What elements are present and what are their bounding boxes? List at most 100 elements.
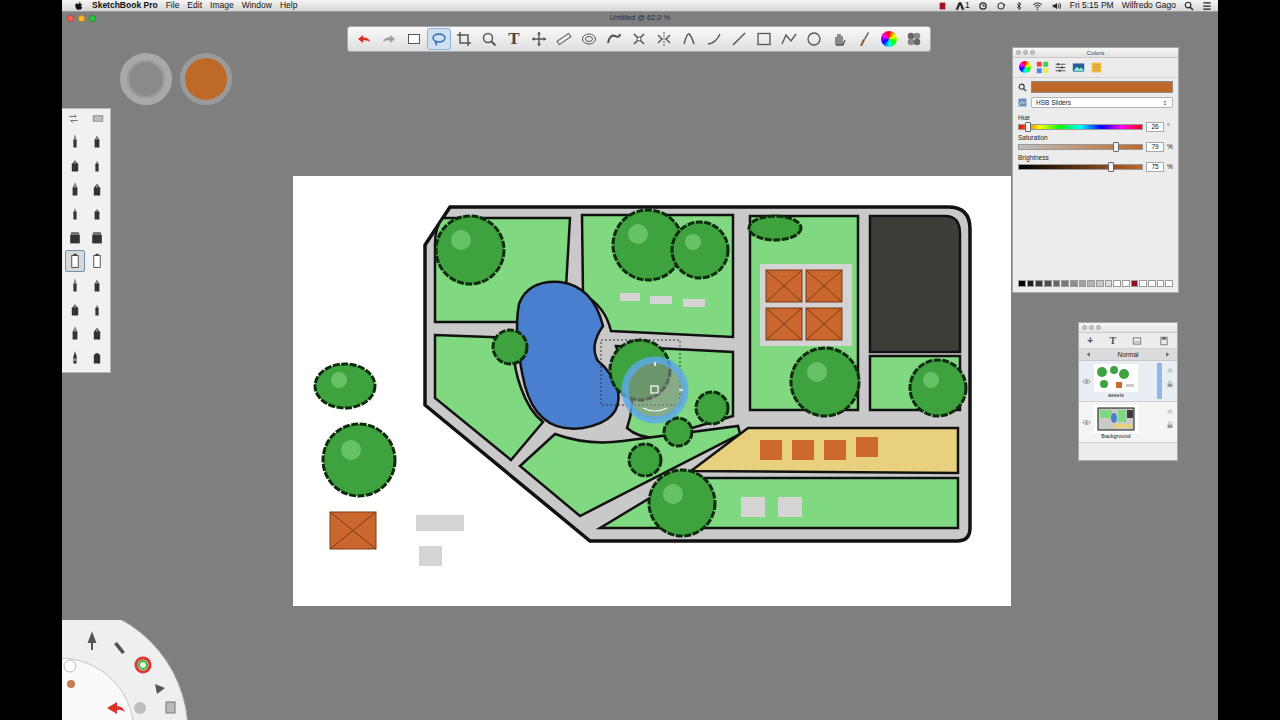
toolbar-button[interactable] [602,28,626,50]
menu-item[interactable]: Help [280,0,297,11]
layer-row[interactable]: Background [1079,402,1177,443]
color-swatch[interactable] [1122,280,1130,287]
color-swatch[interactable] [1070,280,1078,287]
brush-button[interactable] [87,346,107,368]
toolbar-button[interactable] [527,28,551,50]
brush-button[interactable] [65,130,85,152]
brush-button[interactable] [65,178,85,200]
lock-icon[interactable] [1166,380,1174,388]
lock-icon[interactable] [1166,421,1174,429]
color-swatch[interactable] [1061,280,1069,287]
brush-button[interactable] [65,226,85,248]
sliders-tab-icon[interactable] [1054,61,1067,74]
close-button[interactable] [67,15,74,22]
menu-item[interactable]: Window [242,0,272,11]
slider-value-field[interactable]: 75 [1146,162,1164,172]
slider-thumb[interactable] [1113,142,1119,152]
panel-control-button[interactable] [1023,50,1028,55]
layer-options-icon[interactable] [1166,408,1174,416]
color-grid-tab-icon[interactable] [1036,61,1049,74]
color-swatch[interactable] [1113,280,1121,287]
color-swatch[interactable] [1027,280,1035,287]
next-arrow-icon[interactable] [1164,351,1171,358]
bluetooth-icon[interactable] [1014,1,1024,11]
brush-button[interactable] [87,130,107,152]
volume-icon[interactable] [1051,1,1062,11]
wifi-icon[interactable] [1032,1,1043,11]
color-swatch[interactable] [1139,280,1147,287]
time-machine-icon[interactable] [978,1,988,11]
panel-control-button[interactable] [1030,50,1035,55]
brush-button[interactable] [65,346,85,368]
brush-library-icon[interactable] [92,113,104,124]
toolbar-button[interactable] [777,28,801,50]
app-menu[interactable]: SketchBook Pro [92,0,158,11]
clock[interactable]: Fri 5:15 PM [1070,0,1114,11]
panel-control-button[interactable] [1082,325,1087,330]
color-swatch[interactable] [1018,280,1026,287]
color-swatch[interactable] [1035,280,1043,287]
layer-row[interactable]: assets [1079,361,1177,402]
notifications-icon[interactable] [1202,1,1212,11]
brush-button[interactable] [87,202,107,224]
crayons-tab-icon[interactable] [1090,61,1103,74]
toolbar-button[interactable] [577,28,601,50]
menu-item[interactable]: Image [210,0,234,11]
toolbar-button[interactable]: T [502,28,526,50]
lagoon-menu[interactable] [62,620,190,720]
menu-item[interactable]: Edit [187,0,202,11]
toolbar-button[interactable] [352,28,376,50]
slider-track[interactable] [1018,124,1143,130]
color-wheel-tab-icon[interactable] [1019,61,1031,73]
brush-button[interactable] [65,154,85,176]
spotlight-icon[interactable] [1184,1,1194,11]
slider-track[interactable] [1018,144,1143,150]
toolbar-button[interactable] [827,28,851,50]
blend-mode-selector[interactable]: Normal [1079,349,1177,361]
toolbar-button[interactable] [802,28,826,50]
brush-button[interactable] [65,250,85,272]
toolbar-button[interactable] [702,28,726,50]
add-layer-button[interactable]: + [1087,335,1093,347]
brush-button[interactable] [65,298,85,320]
toolbar-button[interactable] [402,28,426,50]
zoom-button[interactable] [89,15,96,22]
adobe-status[interactable]: 1 [955,0,970,11]
transform-puck[interactable] [625,360,685,420]
save-layer-icon[interactable] [1159,336,1169,346]
visibility-eye-icon[interactable] [1082,418,1091,427]
toolbar-button[interactable] [477,28,501,50]
image-layer-icon[interactable] [1132,336,1142,346]
brush-button[interactable] [87,250,107,272]
toolbar-button[interactable] [902,28,926,50]
brush-button[interactable] [65,322,85,344]
color-swatch[interactable] [1165,280,1173,287]
color-swatch[interactable] [1044,280,1052,287]
panel-control-button[interactable] [1089,325,1094,330]
brush-button[interactable] [87,178,107,200]
color-swatch[interactable] [1087,280,1095,287]
toolbar-button[interactable] [752,28,776,50]
color-swatch[interactable] [1079,280,1087,287]
toolbar-button[interactable] [677,28,701,50]
brush-button[interactable] [87,298,107,320]
brush-button[interactable] [87,154,107,176]
slider-track[interactable] [1018,164,1143,170]
layer-options-icon[interactable] [1166,367,1174,375]
previous-arrow-icon[interactable] [1085,351,1092,358]
panel-control-button[interactable] [1016,50,1021,55]
toolbar-button[interactable] [852,28,876,50]
slider-value-field[interactable]: 26 [1146,122,1164,132]
toolbar-button[interactable] [452,28,476,50]
color-swatch[interactable] [1157,280,1165,287]
slider-value-field[interactable]: 79 [1146,142,1164,152]
color-puck[interactable] [180,53,232,105]
brush-button[interactable] [87,322,107,344]
minimize-button[interactable] [78,15,85,22]
toolbar-button[interactable] [727,28,751,50]
brush-button[interactable] [87,274,107,296]
toolbar-button[interactable] [427,28,451,50]
menu-item[interactable]: File [166,0,180,11]
text-layer-button[interactable]: T [1109,335,1116,347]
swap-icon[interactable] [68,113,79,124]
